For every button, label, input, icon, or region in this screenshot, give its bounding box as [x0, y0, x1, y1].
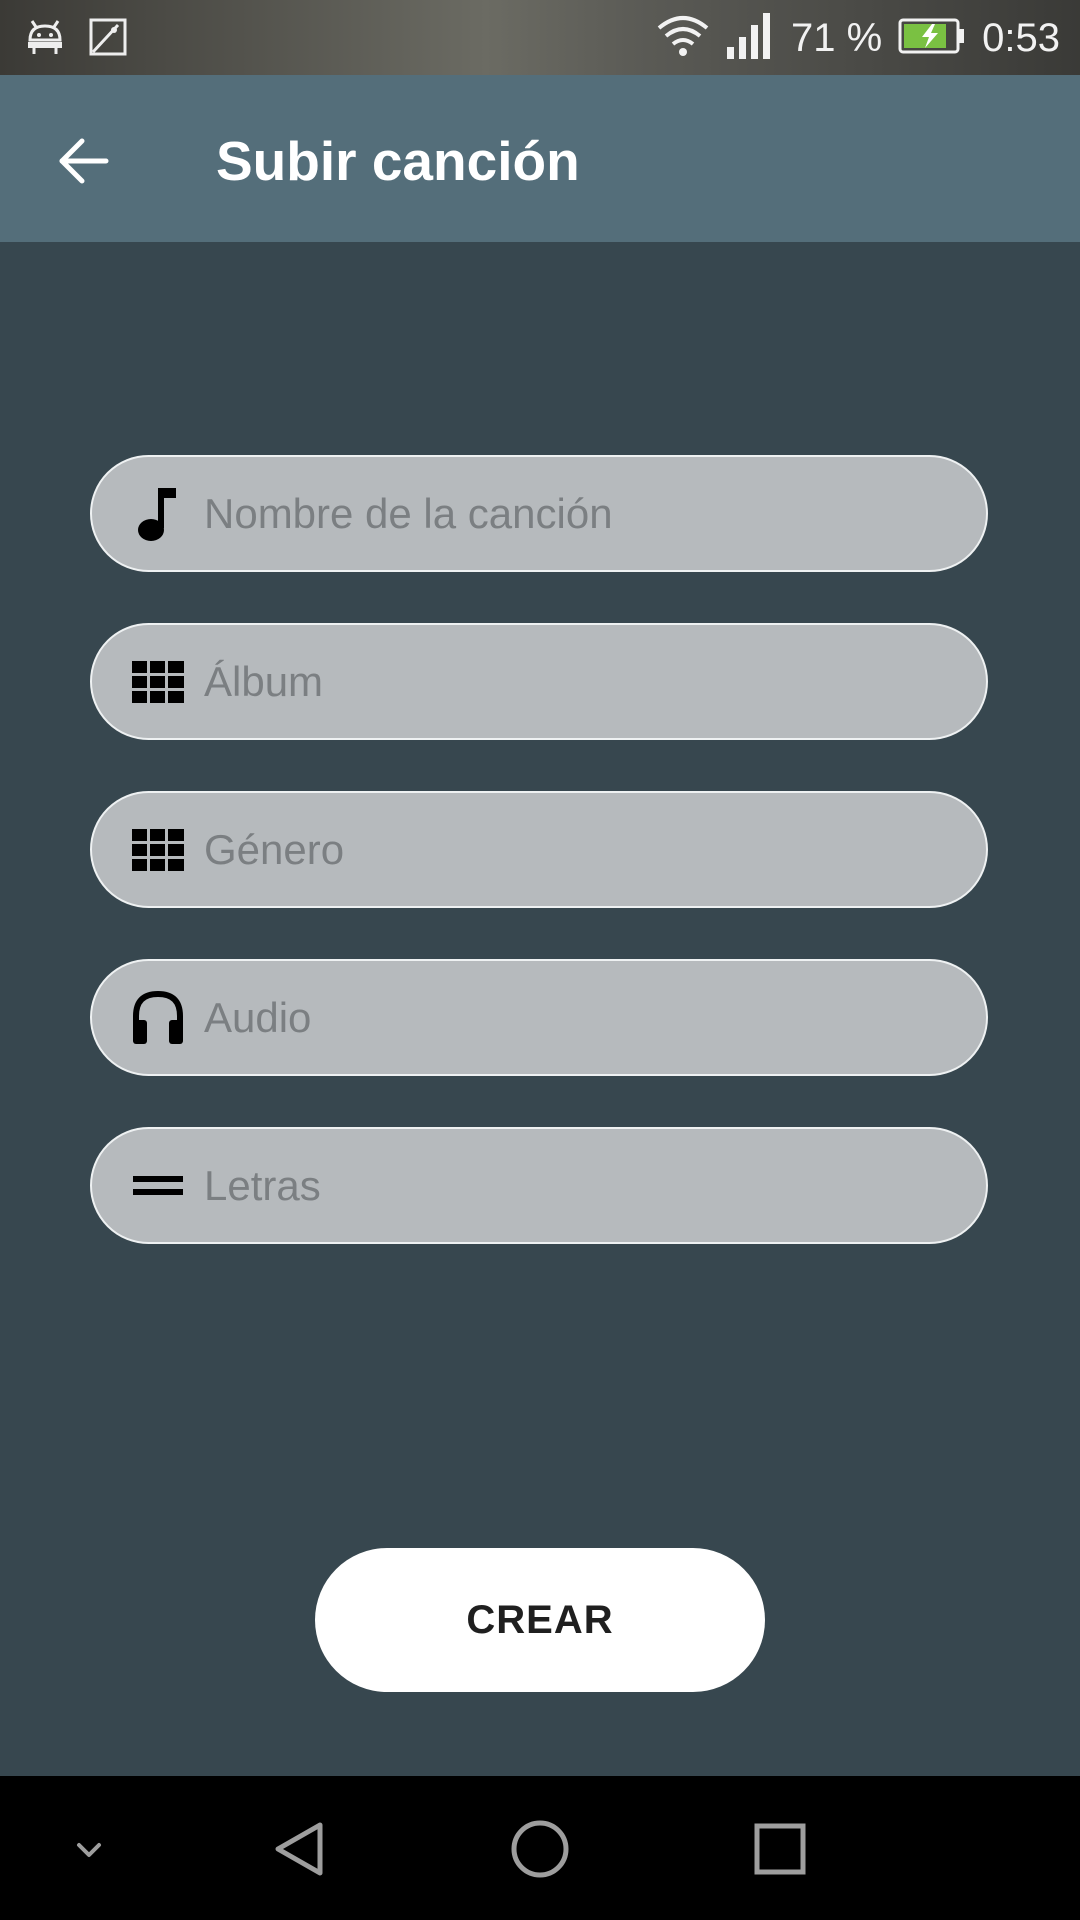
home-icon — [511, 1820, 569, 1878]
battery-percent: 71 % — [790, 15, 883, 60]
page-title: Subir canción — [216, 130, 580, 192]
wifi-icon — [657, 14, 709, 63]
music-note-icon — [130, 486, 186, 542]
genre-field[interactable] — [90, 791, 988, 908]
android-icon — [24, 16, 66, 63]
song-name-input[interactable] — [202, 472, 946, 555]
battery-charging-icon — [898, 18, 966, 59]
navigation-bar — [0, 1776, 1080, 1920]
arrow-back-icon — [59, 138, 109, 184]
recents-icon — [754, 1823, 806, 1875]
image-icon — [88, 17, 128, 62]
nav-recents-button[interactable] — [735, 1804, 825, 1894]
audio-field[interactable] — [90, 959, 988, 1076]
grid-icon — [130, 654, 186, 710]
nav-back-button[interactable] — [255, 1804, 345, 1894]
status-icons-left — [24, 16, 128, 63]
audio-input[interactable] — [202, 976, 946, 1059]
status-icons-right: 71 % 0:53 — [657, 10, 1060, 66]
signal-icon — [725, 12, 775, 64]
grid-icon — [130, 822, 186, 878]
album-input[interactable] — [202, 640, 946, 723]
nav-home-button[interactable] — [495, 1804, 585, 1894]
back-button[interactable] — [48, 125, 120, 197]
lyrics-field[interactable] — [90, 1127, 988, 1244]
lyrics-input[interactable] — [202, 1144, 946, 1227]
nav-hide-button[interactable] — [44, 1804, 134, 1894]
create-button[interactable]: CREAR — [315, 1548, 765, 1692]
song-name-field[interactable] — [90, 455, 988, 572]
nav-back-icon — [275, 1822, 323, 1876]
status-bar: 71 % 0:53 — [0, 0, 1080, 75]
app-bar: Subir canción — [0, 75, 1080, 242]
clock: 0:53 — [982, 15, 1060, 60]
album-field[interactable] — [90, 623, 988, 740]
genre-input[interactable] — [202, 808, 946, 891]
chevron-down-icon — [77, 1843, 101, 1857]
headphones-icon — [130, 990, 186, 1046]
lines-icon — [130, 1158, 186, 1214]
